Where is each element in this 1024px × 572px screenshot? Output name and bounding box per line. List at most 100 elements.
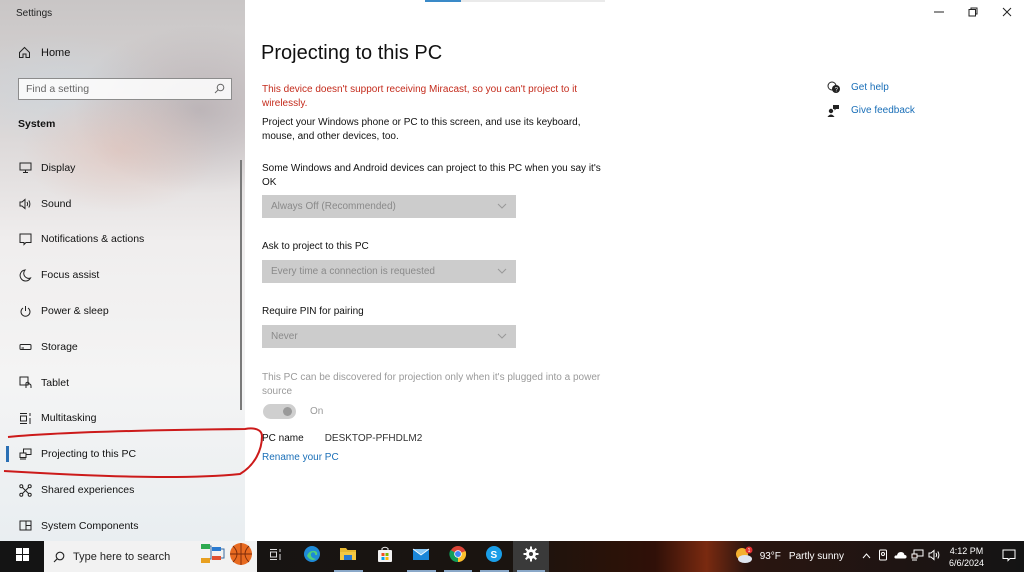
sidebar-item-storage[interactable]: Storage [6,329,242,365]
windows-logo-icon [15,547,29,566]
taskbar-search-placeholder: Type here to search [73,550,171,563]
sidebar-item-tablet[interactable]: Tablet [6,365,242,401]
show-hidden-icons-button[interactable] [858,541,875,572]
window-controls [922,0,1024,26]
search-highlight-widget[interactable] [197,541,257,572]
taskbar: Type here to search S 1 93°F Partly sunn… [0,541,1024,572]
onedrive-button[interactable] [892,541,909,572]
display-icon [18,161,32,175]
miracast-warning: This device doesn't support receiving Mi… [262,84,578,109]
settings-icon [523,546,539,567]
skype-icon: S [485,545,503,568]
find-setting-search[interactable] [18,78,232,100]
give-feedback-link[interactable]: Give feedback [827,99,915,122]
sidebar-item-label: Storage [41,340,78,353]
taskbar-search[interactable]: Type here to search [44,541,197,572]
clock-time: 4:12 PM [949,545,984,556]
intro-text: Project your Windows phone or PC to this… [262,117,581,142]
power-source-note: This PC can be discovered for projection… [262,372,601,397]
availability-dropdown[interactable]: Always Off (Recommended) [262,195,516,218]
close-button[interactable] [990,0,1024,26]
rename-pc-link[interactable]: Rename your PC [262,452,339,463]
sidebar-item-sound[interactable]: Sound [6,186,242,222]
notification-icon [1002,549,1016,565]
minimize-button[interactable] [922,0,956,26]
power-source-toggle[interactable] [263,404,296,419]
action-center-button[interactable] [994,541,1024,572]
weather-desc: Partly sunny [788,551,844,562]
shared-experiences-icon [18,483,32,497]
sidebar-item-display[interactable]: Display [6,150,242,186]
sidebar: Settings Home System Display Sound Notif… [0,0,245,541]
pc-name-label: PC name [262,433,304,444]
microsoft-store-icon [377,546,393,568]
sidebar-item-power-sleep[interactable]: Power & sleep [6,293,242,329]
sidebar-scrollbar[interactable] [240,160,242,410]
start-button[interactable] [0,541,44,572]
chevron-down-icon [497,201,507,212]
task-view-button[interactable] [257,541,294,572]
sidebar-item-label: Notifications & actions [41,233,145,246]
sidebar-item-label: Shared experiences [41,484,135,497]
clock-date: 6/6/2024 [948,557,984,568]
sidebar-item-label: Power & sleep [41,305,109,318]
sidebar-nav: Display Sound Notifications & actions Fo… [6,150,242,544]
minimize-icon [934,4,944,22]
sidebar-item-label: Multitasking [41,412,97,425]
sidebar-item-projecting[interactable]: Projecting to this PC [6,436,242,472]
task-view-icon [269,548,282,566]
moon-icon [18,268,32,282]
meet-now-button[interactable] [875,541,892,572]
find-setting-input[interactable] [26,83,206,95]
search-icon[interactable] [214,83,225,97]
file-explorer-icon [339,546,357,567]
ask-to-project-dropdown[interactable]: Every time a connection is requested [262,260,516,283]
power-toggle-row: On [263,404,323,419]
setting3-label: Require PIN for pairing [262,306,364,317]
chrome-icon [449,545,467,568]
require-pin-dropdown[interactable]: Never [262,325,516,348]
sidebar-item-notifications[interactable]: Notifications & actions [6,222,242,258]
get-help-icon: ? [827,81,841,94]
weather-temp: 93°F [759,551,781,562]
settings-button[interactable] [512,541,549,572]
availability-dropdown-value: Always Off (Recommended) [271,201,396,212]
help-links: ? Get help Give feedback [827,76,915,122]
volume-button[interactable] [926,541,943,572]
close-icon [1002,4,1012,22]
chevron-down-icon [497,331,507,342]
power-toggle-label: On [310,406,324,417]
bracket-basketball-icon [199,541,255,572]
home-label: Home [41,46,71,59]
require-pin-dropdown-value: Never [271,331,298,342]
skype-button[interactable]: S [476,541,513,572]
file-explorer-button[interactable] [330,541,367,572]
network-button[interactable] [909,541,926,572]
sidebar-item-label: Focus assist [41,269,100,282]
clock[interactable]: 4:12 PM 6/6/2024 [949,545,984,569]
give-feedback-label: Give feedback [851,105,915,116]
sound-icon [18,197,32,211]
toggle-knob [283,407,292,416]
chrome-button[interactable] [440,541,477,572]
sidebar-item-multitasking[interactable]: Multitasking [6,401,242,437]
sidebar-item-shared-experiences[interactable]: Shared experiences [6,472,242,508]
edge-button[interactable] [294,541,331,572]
chevron-down-icon [497,266,507,277]
svg-text:S: S [491,550,498,561]
sidebar-home[interactable]: Home [18,46,70,59]
meet-now-icon [878,549,888,564]
sidebar-item-focus-assist[interactable]: Focus assist [6,257,242,293]
weather-widget[interactable]: 1 93°F Partly sunny [734,546,844,567]
restore-icon [968,4,978,22]
microsoft-store-button[interactable] [367,541,404,572]
get-help-link[interactable]: ? Get help [827,76,915,99]
onedrive-cloud-icon [894,551,907,562]
mail-button[interactable] [403,541,440,572]
restore-button[interactable] [956,0,990,26]
network-icon [911,549,924,564]
top-progress-bar [425,0,605,2]
mail-icon [412,547,430,566]
sidebar-item-label: Display [41,161,76,174]
sidebar-item-system-components[interactable]: System Components [6,508,242,544]
